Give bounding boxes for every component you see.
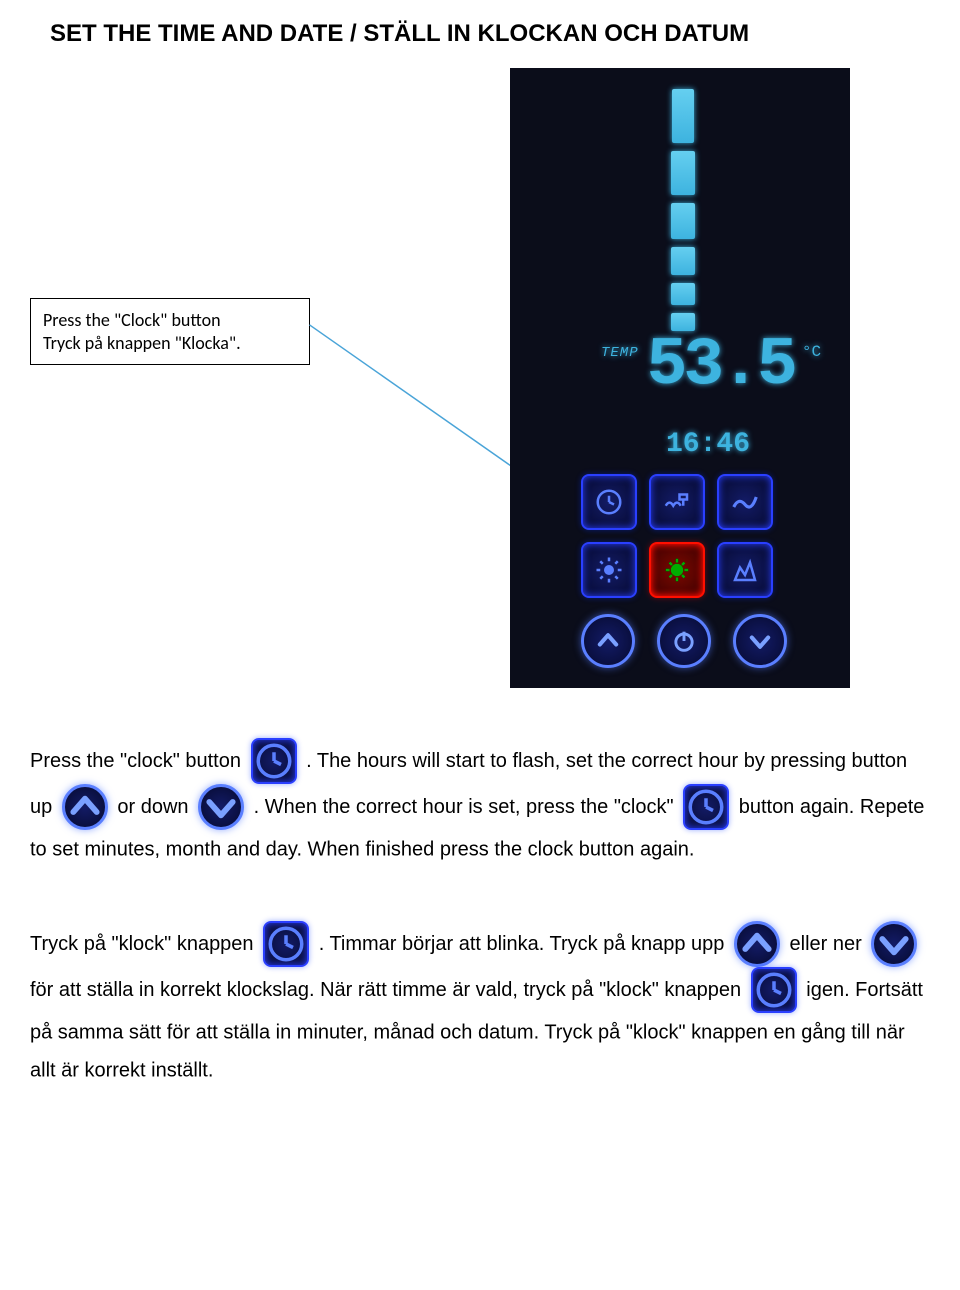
heat-gauge [671,89,695,331]
text: or down [117,796,194,818]
clock-button[interactable] [581,474,637,530]
clock-icon [263,921,309,967]
text: för att ställa in korrekt klockslag. När… [30,979,747,1001]
clock-icon [251,738,297,784]
text: eller ner [790,933,868,955]
callout-line2: Tryck på knappen "Klocka". [43,332,297,355]
instructions-sv: Tryck på "klock" knappen . Timmar börjar… [30,921,930,1090]
down-icon [871,921,917,967]
light-button[interactable] [581,542,637,598]
callout-line1: Press the "Clock" button [43,309,297,332]
up-button[interactable] [581,614,635,668]
down-icon [198,784,244,830]
temp-label: TEMP [601,345,639,361]
page-title: SET THE TIME AND DATE / STÄLL IN KLOCKAN… [30,20,930,48]
time-readout: 16:46 [666,429,750,460]
temp-value: 53.5 [647,339,794,393]
wave-button[interactable] [717,474,773,530]
text: Tryck på "klock" knappen [30,933,259,955]
clock-icon [751,967,797,1013]
heat-button[interactable] [717,542,773,598]
up-icon [734,921,780,967]
temp-unit: °C [802,343,821,361]
callout-box: Press the "Clock" button Tryck på knappe… [30,298,310,365]
down-button[interactable] [733,614,787,668]
up-icon [62,784,108,830]
settings-button[interactable] [649,542,705,598]
text: Press the "clock" button [30,750,247,772]
panel-control-row [581,614,787,668]
text: . When the correct hour is set, press th… [254,796,679,818]
text: . Timmar börjar att blinka. Tryck på kna… [319,933,730,955]
temp-readout: TEMP 53.5 °C [601,339,821,393]
power-button[interactable] [657,614,711,668]
instructions-en: Press the "clock" button . The hours wil… [30,738,930,869]
water-button[interactable] [649,474,705,530]
top-section: Press the "Clock" button Tryck på knappe… [30,68,930,708]
device-panel: TEMP 53.5 °C 16:46 [510,68,850,688]
panel-button-grid [581,474,777,602]
callout-pointer [309,323,523,474]
clock-icon [683,784,729,830]
